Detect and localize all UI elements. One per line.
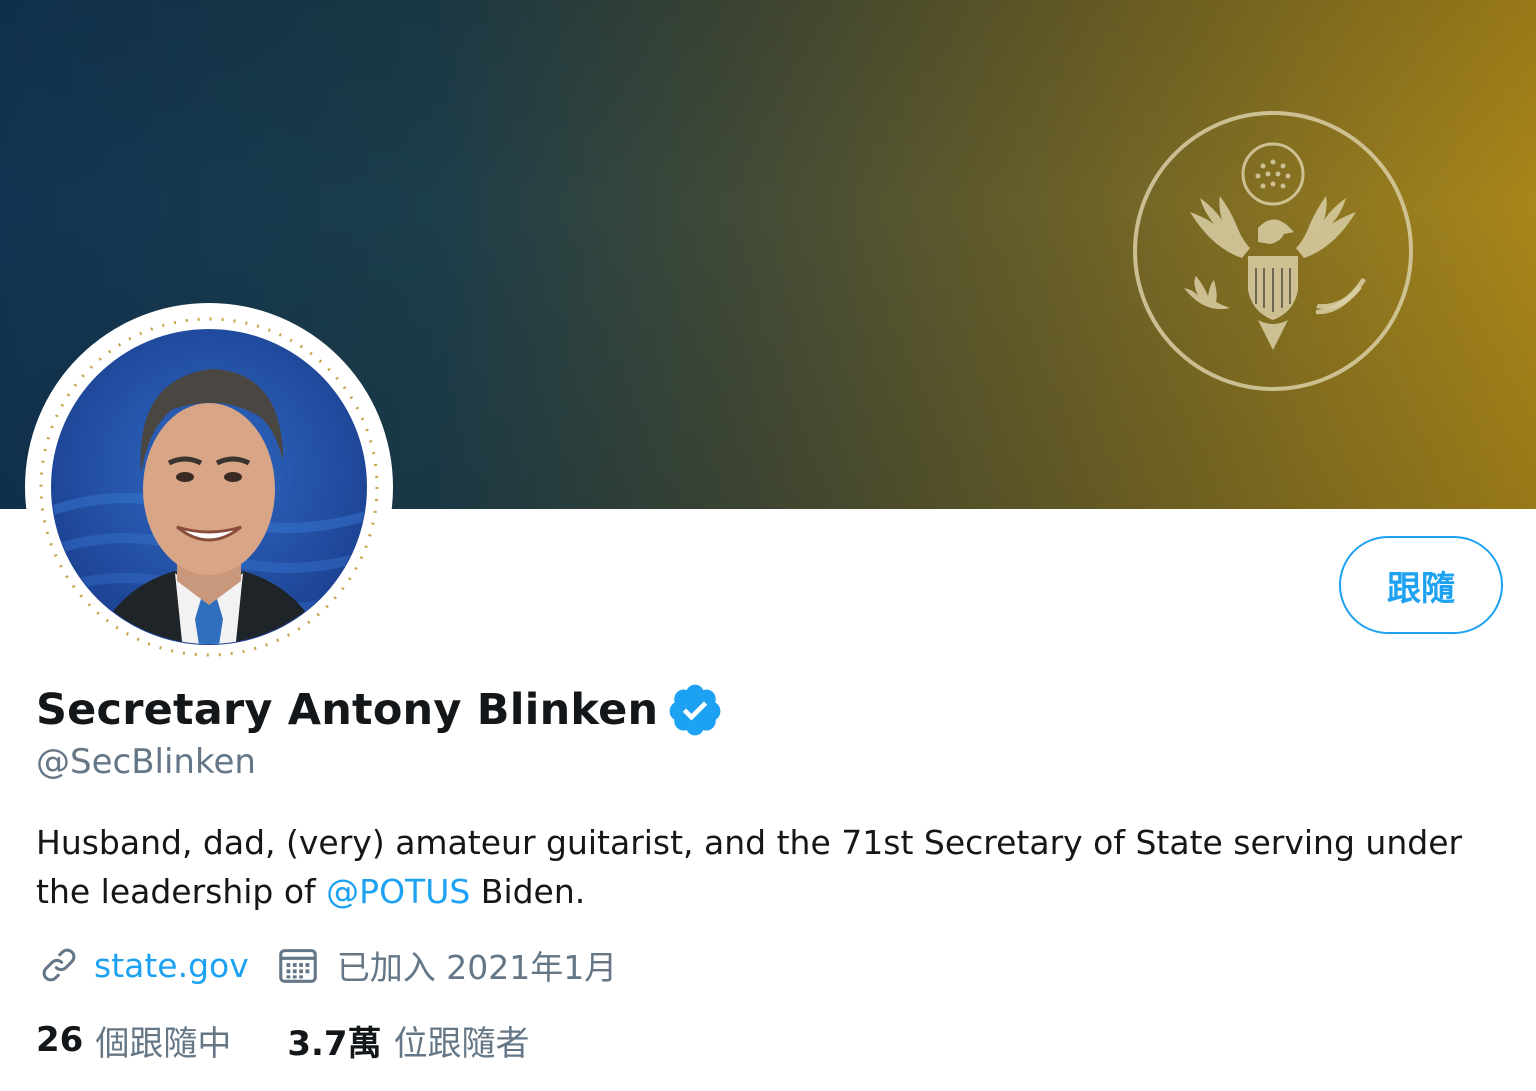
followers-label: 位跟隨者 — [393, 1023, 530, 1064]
following-stat[interactable]: 26 個跟隨中 — [36, 1016, 231, 1065]
link-icon — [42, 948, 76, 982]
profile-name-row: Secretary Antony Blinken — [36, 680, 724, 740]
website-link[interactable]: state.gov — [94, 946, 249, 985]
state-department-seal-icon — [1133, 111, 1413, 391]
bio-suffix: Biden. — [470, 872, 586, 911]
mention-link-potus[interactable]: @POTUS — [326, 872, 470, 911]
followers-stat[interactable]: 3.7萬 位跟隨者 — [287, 1016, 529, 1065]
follow-button[interactable]: 跟隨 — [1339, 536, 1503, 634]
bio-text: Husband, dad, (very) amateur guitarist, … — [36, 823, 1463, 911]
profile-bio: Husband, dad, (very) amateur guitarist, … — [36, 818, 1496, 916]
profile-stats: 26 個跟隨中 3.7萬 位跟隨者 — [36, 1012, 530, 1068]
join-date: 已加入 2021年1月 — [336, 948, 618, 987]
avatar-image — [35, 313, 383, 661]
following-count: 26 — [36, 1020, 84, 1060]
profile-avatar[interactable] — [25, 303, 393, 671]
calendar-icon — [278, 949, 317, 983]
followers-count: 3.7萬 — [287, 1023, 382, 1064]
display-name: Secretary Antony Blinken — [36, 685, 659, 735]
profile-meta: state.gov 已加入 2021年1月 — [36, 938, 617, 992]
following-label: 個跟隨中 — [95, 1023, 232, 1064]
verified-badge-icon — [669, 684, 721, 736]
username-handle: @SecBlinken — [36, 742, 256, 782]
profile-page: 跟隨 Secretary Antony Blinken @SecBlinken … — [0, 0, 1536, 1091]
